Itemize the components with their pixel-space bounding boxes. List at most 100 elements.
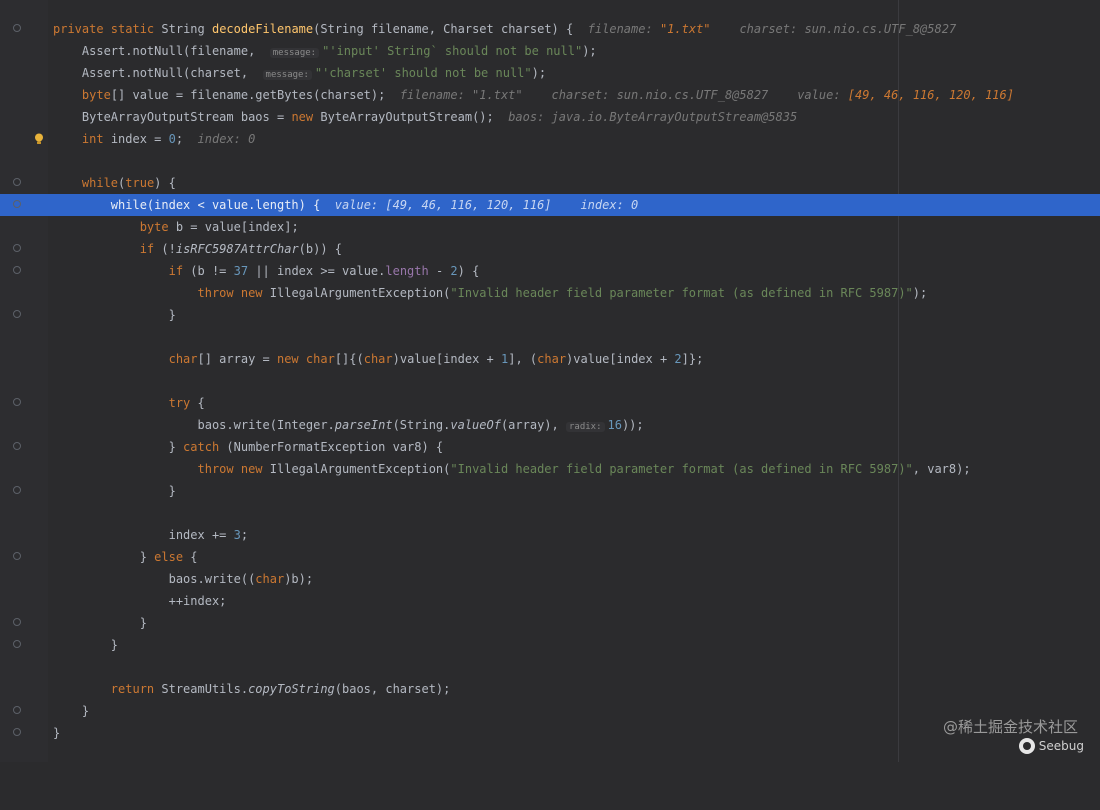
fold-marker-icon[interactable] xyxy=(13,552,21,560)
code-line-18[interactable]: try { xyxy=(0,392,1100,414)
fold-marker-icon[interactable] xyxy=(13,728,21,736)
code-line-16[interactable]: char[] array = new char[]{(char)value[in… xyxy=(0,348,1100,370)
string-literal: "Invalid header field parameter format (… xyxy=(450,286,913,300)
code-text: ++index; xyxy=(168,594,227,608)
fold-marker-icon[interactable] xyxy=(13,618,21,626)
code-text: )b); xyxy=(284,572,314,586)
keyword: if xyxy=(139,242,155,256)
code-text: ); xyxy=(531,66,547,80)
inline-hint: value: xyxy=(797,88,841,102)
code-text: (NumberFormatException var8) { xyxy=(219,440,444,454)
code-text: (b != xyxy=(190,264,234,278)
seebug-logo: Seebug xyxy=(1018,738,1084,754)
code-text: IllegalArgumentException( xyxy=(269,286,451,300)
lightbulb-icon[interactable] xyxy=(34,133,44,145)
code-line-4[interactable]: byte[] value = filename.getBytes(charset… xyxy=(0,84,1100,106)
code-line-29[interactable]: } xyxy=(0,634,1100,656)
current-execution-line[interactable]: while(index < value.length) { value: [49… xyxy=(0,194,1100,216)
inline-hint: index: 0 xyxy=(580,198,639,212)
code-editor[interactable]: private static String decodeFilename(Str… xyxy=(0,0,1100,762)
keyword: while xyxy=(81,176,119,190)
code-text: || index >= value. xyxy=(248,264,386,278)
code-line-11[interactable]: if (!isRFC5987AttrChar(b)) { xyxy=(0,238,1100,260)
code-line-10[interactable]: byte b = value[index]; xyxy=(0,216,1100,238)
code-line-5[interactable]: ByteArrayOutputStream baos = new ByteArr… xyxy=(0,106,1100,128)
code-text: ; xyxy=(240,528,249,542)
field: length xyxy=(385,264,429,278)
code-line-26[interactable]: baos.write((char)b); xyxy=(0,568,1100,590)
keyword: char xyxy=(537,352,567,366)
code-line-20[interactable]: } catch (NumberFormatException var8) { xyxy=(0,436,1100,458)
number-literal: 2 xyxy=(674,352,682,366)
code-text: (b)) { xyxy=(298,242,343,256)
string-literal: "Invalid header field parameter format (… xyxy=(450,462,913,476)
fold-marker-icon[interactable] xyxy=(13,200,21,208)
code-line-33[interactable]: } xyxy=(0,722,1100,744)
code-line-24[interactable]: index += 3; xyxy=(0,524,1100,546)
method-name: decodeFilename xyxy=(211,22,314,36)
inline-hint: index: 0 xyxy=(197,132,256,146)
fold-marker-icon[interactable] xyxy=(13,398,21,406)
code-line-31[interactable]: return StreamUtils.copyToString(baos, ch… xyxy=(0,678,1100,700)
code-text: } xyxy=(139,616,147,630)
inline-hint: filename: xyxy=(587,22,653,36)
inline-hint: charset: sun.nio.cs.UTF_8@5827 xyxy=(739,22,957,36)
inline-hint-value: [49, 46, 116, 120, 116] xyxy=(847,88,1014,102)
code-text: ) { xyxy=(154,176,176,190)
number-literal: 0 xyxy=(168,132,176,146)
code-text: - xyxy=(428,264,451,278)
code-text: Assert.notNull(filename, xyxy=(81,44,256,58)
fold-marker-icon[interactable] xyxy=(13,266,21,274)
code-line-12[interactable]: if (b != 37 || index >= value.length - 2… xyxy=(0,260,1100,282)
number-literal: 37 xyxy=(233,264,249,278)
code-line-21[interactable]: throw new IllegalArgumentException("Inva… xyxy=(0,458,1100,480)
method-call: valueOf xyxy=(450,418,501,432)
keyword: char xyxy=(363,352,393,366)
code-text: )); xyxy=(621,418,644,432)
fold-marker-icon[interactable] xyxy=(13,486,21,494)
param-hint: message: xyxy=(262,70,312,80)
code-text: )value[index + xyxy=(566,352,675,366)
keyword: int xyxy=(81,132,104,146)
modifiers: private static xyxy=(53,22,155,36)
fold-marker-icon[interactable] xyxy=(13,442,21,450)
fold-marker-icon[interactable] xyxy=(13,706,21,714)
seebug-label: Seebug xyxy=(1038,739,1084,753)
keyword: catch xyxy=(183,440,220,454)
code-text: index += xyxy=(168,528,234,542)
keyword: true xyxy=(125,176,155,190)
code-line-28[interactable]: } xyxy=(0,612,1100,634)
code-line-1[interactable]: private static String decodeFilename(Str… xyxy=(0,18,1100,40)
code-line-2[interactable]: Assert.notNull(filename, message: "'input… xyxy=(0,40,1100,62)
code-line-27[interactable]: ++index; xyxy=(0,590,1100,612)
fold-marker-icon[interactable] xyxy=(13,178,21,186)
code-line-6[interactable]: int index = 0; index: 0 xyxy=(0,128,1100,150)
keyword: char xyxy=(168,352,198,366)
code-text: ]}; xyxy=(681,352,704,366)
keyword: else xyxy=(154,550,184,564)
code-line-8[interactable]: while(true) { xyxy=(0,172,1100,194)
keyword: while xyxy=(110,198,147,212)
keyword: byte xyxy=(81,88,111,102)
code-line-19[interactable]: baos.write(Integer.parseInt(String.value… xyxy=(0,414,1100,436)
code-text: )value[index + xyxy=(392,352,501,366)
code-line-14[interactable]: } xyxy=(0,304,1100,326)
code-line-22[interactable]: } xyxy=(0,480,1100,502)
fold-marker-icon[interactable] xyxy=(13,640,21,648)
code-line-25[interactable]: } else { xyxy=(0,546,1100,568)
fold-marker-icon[interactable] xyxy=(13,24,21,32)
code-text: (baos, charset); xyxy=(334,682,451,696)
fold-marker-icon[interactable] xyxy=(13,310,21,318)
code-text: } xyxy=(168,484,176,498)
code-text: ByteArrayOutputStream baos = xyxy=(81,110,285,124)
watermark-text: @稀土掘金技术社区 xyxy=(942,718,1078,736)
code-text: ; xyxy=(175,132,184,146)
code-line-3[interactable]: Assert.notNull(charset, message: "'charse… xyxy=(0,62,1100,84)
fold-marker-icon[interactable] xyxy=(13,244,21,252)
code-line-13[interactable]: throw new IllegalArgumentException("Inva… xyxy=(0,282,1100,304)
code-text: { xyxy=(190,396,205,410)
code-text: (String. xyxy=(392,418,451,432)
code-text: (index < value. xyxy=(146,198,256,212)
code-line-32[interactable]: } xyxy=(0,700,1100,722)
inline-hint: filename: "1.txt" xyxy=(399,88,523,102)
